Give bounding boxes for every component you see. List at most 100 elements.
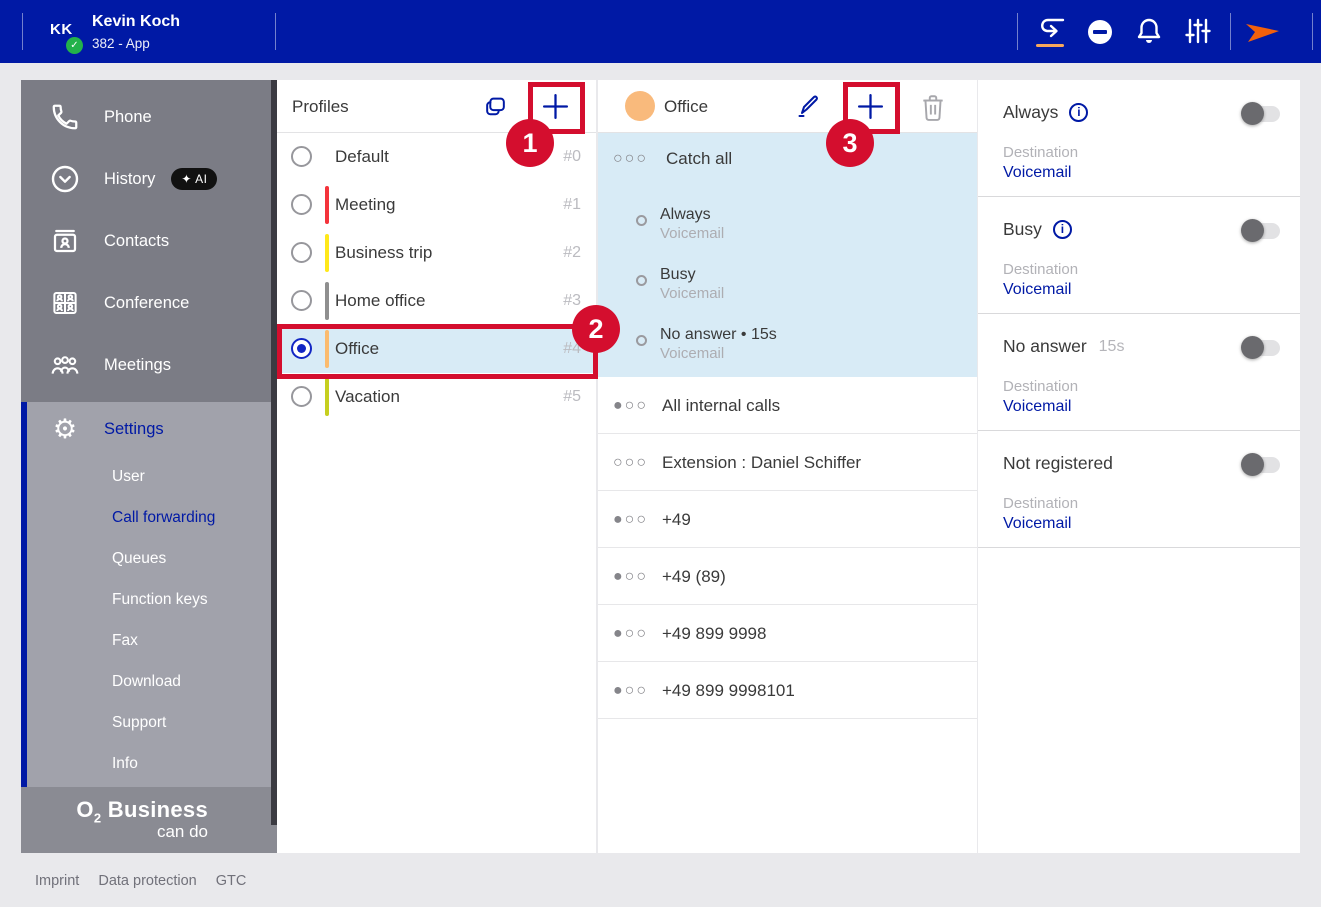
phone-icon <box>48 102 82 132</box>
profile-color-bar <box>325 234 329 272</box>
condition-label: No answer • 15s <box>660 326 777 344</box>
selected-profile-title: Office <box>664 80 708 133</box>
call-forward-icon[interactable] <box>1036 15 1066 43</box>
sidebar-subitem-info[interactable]: Info <box>27 743 277 784</box>
rule-label: +49 <box>662 491 691 548</box>
rule-scope-icon: ●○○ <box>613 662 648 719</box>
rule-scope-icon: ●○○ <box>613 377 648 434</box>
conference-icon <box>48 288 82 318</box>
call-forward-active-indicator <box>1036 44 1064 47</box>
rule-row[interactable]: ●○○ +49 899 9998 <box>598 605 977 662</box>
profile-number: #4 <box>563 325 581 373</box>
info-icon[interactable] <box>1053 220 1072 239</box>
profile-color-dot <box>625 91 655 121</box>
sidebar-item-conference[interactable]: Conference <box>21 272 277 334</box>
radio-icon[interactable] <box>291 242 312 263</box>
radio-icon[interactable] <box>291 386 312 407</box>
destination-link[interactable]: Voicemail <box>1003 281 1071 299</box>
always-toggle[interactable] <box>1243 106 1280 122</box>
bullet-circle-icon <box>636 215 647 226</box>
rule-scope-icon: ●○○ <box>613 491 648 548</box>
profile-row-home-office[interactable]: Home office #3 <box>277 277 596 325</box>
rule-label: All internal calls <box>662 377 780 434</box>
rule-scope-icon: ○○○ <box>613 434 648 491</box>
sidebar-item-contacts[interactable]: Contacts <box>21 210 277 272</box>
rule-label: +49 899 9998 <box>662 605 766 662</box>
rule-row[interactable]: ●○○ +49 <box>598 491 977 548</box>
radio-selected-icon[interactable] <box>291 338 312 359</box>
sidebar-item-settings[interactable]: ⚙ Settings <box>27 402 277 456</box>
section-not-registered: Not registered Destination Voicemail <box>978 431 1300 548</box>
delete-rule-icon[interactable] <box>920 93 946 121</box>
destination-link[interactable]: Voicemail <box>1003 398 1071 416</box>
section-busy: Busy Destination Voicemail <box>978 197 1300 314</box>
header-divider <box>22 13 23 50</box>
sidebar-subitem-download[interactable]: Download <box>27 661 277 702</box>
data-protection-link[interactable]: Data protection <box>98 873 196 889</box>
imprint-link[interactable]: Imprint <box>35 873 79 889</box>
rule-row[interactable]: ●○○ +49 (89) <box>598 548 977 605</box>
forwarding-rules-panel: Office ○○○ Catch all Always Voicemail <box>598 80 977 853</box>
profile-row-vacation[interactable]: Vacation #5 <box>277 373 596 421</box>
profiles-panel: Profiles Default #0 Meeting #1 Business … <box>277 80 596 853</box>
sidebar-subitem-fax[interactable]: Fax <box>27 620 277 661</box>
sidebar-main-nav: Phone History ✦ AI Contacts Conference <box>21 80 277 402</box>
profile-row-office[interactable]: Office #4 <box>277 325 596 373</box>
section-always: Always Destination Voicemail <box>978 80 1300 197</box>
profile-name: Vacation <box>335 373 400 421</box>
meetings-icon <box>48 350 82 380</box>
bullet-circle-icon <box>636 275 647 286</box>
rule-row[interactable]: ●○○ +49 899 9998101 <box>598 662 977 719</box>
rule-row[interactable]: ●○○ All internal calls <box>598 377 977 434</box>
profile-number: #2 <box>563 229 581 277</box>
profile-row-business-trip[interactable]: Business trip #2 <box>277 229 596 277</box>
catch-all-busy: Busy Voicemail <box>636 266 724 302</box>
send-arrow-icon[interactable] <box>1245 19 1281 45</box>
profile-number: #0 <box>563 133 581 181</box>
profiles-title: Profiles <box>292 80 349 133</box>
sidebar-item-phone[interactable]: Phone <box>21 86 277 148</box>
avatar[interactable]: KK <box>50 21 73 38</box>
profile-row-meeting[interactable]: Meeting #1 <box>277 181 596 229</box>
profile-name: Office <box>335 325 379 373</box>
profile-color-bar <box>325 138 329 176</box>
sidebar-item-history[interactable]: History ✦ AI <box>21 148 277 210</box>
profile-row-default[interactable]: Default #0 <box>277 133 596 181</box>
sidebar-subitem-queues[interactable]: Queues <box>27 538 277 579</box>
busy-toggle[interactable] <box>1243 223 1280 239</box>
not-registered-toggle[interactable] <box>1243 457 1280 473</box>
sidebar: Phone History ✦ AI Contacts Conference <box>21 80 277 853</box>
info-icon[interactable] <box>1069 103 1088 122</box>
radio-icon[interactable] <box>291 146 312 167</box>
destination-link[interactable]: Voicemail <box>1003 515 1071 533</box>
condition-destination: Voicemail <box>660 285 724 302</box>
rule-label: +49 899 9998101 <box>662 662 795 719</box>
add-rule-button[interactable] <box>856 92 885 121</box>
notifications-icon[interactable] <box>1135 16 1163 46</box>
edit-profile-icon[interactable] <box>794 93 822 121</box>
destination-link[interactable]: Voicemail <box>1003 164 1071 182</box>
sidebar-subitem-support[interactable]: Support <box>27 702 277 743</box>
rule-details-panel: Always Destination Voicemail Busy Destin… <box>978 80 1300 853</box>
catch-all-rule[interactable]: ○○○ Catch all Always Voicemail Busy Voic… <box>598 133 977 377</box>
no-answer-toggle[interactable] <box>1243 340 1280 356</box>
rule-label: +49 (89) <box>662 548 726 605</box>
add-profile-button[interactable] <box>541 92 570 121</box>
duplicate-profile-icon[interactable] <box>483 95 508 120</box>
sidebar-subitem-function-keys[interactable]: Function keys <box>27 579 277 620</box>
sidebar-item-meetings[interactable]: Meetings <box>21 334 277 396</box>
gtc-link[interactable]: GTC <box>216 873 247 889</box>
user-extension: 382 - App <box>92 36 150 51</box>
catch-all-no-answer: No answer • 15s Voicemail <box>636 326 777 362</box>
radio-icon[interactable] <box>291 290 312 311</box>
sidebar-subitem-call-forwarding[interactable]: Call forwarding <box>27 497 277 538</box>
radio-icon[interactable] <box>291 194 312 215</box>
destination-label: Destination <box>1003 144 1078 161</box>
audio-settings-icon[interactable] <box>1185 17 1211 45</box>
sidebar-item-label: Conference <box>104 294 189 313</box>
sidebar-subitem-user[interactable]: User <box>27 456 277 497</box>
do-not-disturb-icon[interactable] <box>1087 19 1113 45</box>
rule-row[interactable]: ○○○ Extension : Daniel Schiffer <box>598 434 977 491</box>
header-divider <box>1017 13 1018 50</box>
history-clock-icon <box>48 163 82 195</box>
